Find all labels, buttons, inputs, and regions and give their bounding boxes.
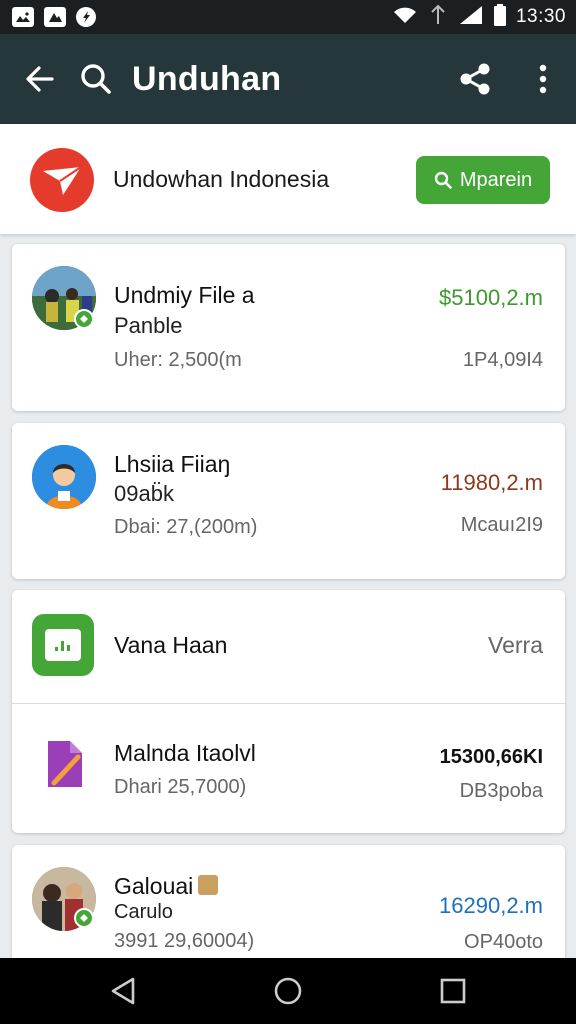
item-meta-right: Verra (488, 632, 543, 658)
list-item[interactable]: Vana Haan Verra (12, 590, 565, 703)
header-action-button[interactable]: Mparein (416, 156, 550, 204)
status-badge (74, 309, 94, 329)
nav-home-button[interactable] (248, 958, 328, 1024)
paper-plane-icon (43, 166, 82, 195)
status-badge (74, 908, 94, 928)
item-meta-right: Mcauı2I9 (460, 514, 543, 536)
item-subtitle: Panble (114, 313, 183, 338)
status-time: 13:30 (515, 6, 566, 27)
list-card[interactable]: Undmiy File a Panble Uher: 2,500(m $5100… (12, 244, 565, 411)
shazam-notification-icon (76, 7, 96, 27)
status-right-icons: 13:30 (392, 3, 566, 31)
status-left-icons (12, 7, 96, 27)
item-meta-right: 1P4,09I4 (462, 349, 543, 371)
recents-square-icon (441, 978, 466, 1004)
app-icon (32, 614, 94, 676)
signal-icon (458, 5, 484, 30)
item-amount: 15300,66KI (439, 746, 543, 768)
document-icon (42, 739, 86, 791)
search-button[interactable] (80, 34, 130, 124)
app-title: Unduhan (132, 59, 282, 98)
item-meta-right: OP40oto (464, 931, 543, 953)
item-meta: Dbai: 27,(200m) (114, 516, 258, 538)
item-title: Undmiy File a (114, 282, 255, 308)
battery-icon (493, 3, 506, 31)
item-meta-right: DB3poba (459, 780, 543, 802)
item-title: Galouai (114, 873, 194, 899)
list-item[interactable]: Malnda Itaolvl Dhari 25,7000) 15300,66KI… (12, 704, 565, 833)
search-icon (81, 64, 111, 94)
photo-notification-icon (44, 7, 66, 27)
item-amount: $5100,2.m (439, 285, 543, 310)
header-section: Undowhan Indonesia Mparein (0, 124, 576, 234)
item-subtitle: Carulo (114, 901, 173, 923)
item-subtitle: 09ab̈k (114, 481, 174, 506)
emoji-icon (198, 875, 218, 895)
item-title: Vana Haan (114, 632, 228, 658)
item-amount: 16290,2.m (439, 893, 543, 918)
share-icon (460, 63, 490, 95)
back-triangle-icon (111, 977, 134, 1005)
header-action-label: Mparein (459, 168, 533, 191)
nav-back-button[interactable] (83, 958, 163, 1024)
more-vert-icon (539, 64, 547, 94)
more-options-button[interactable] (510, 34, 576, 124)
data-icon (428, 4, 448, 31)
list-card[interactable]: Galouai Carulo 3991 29,60004) 16290,2.m … (12, 845, 565, 970)
app-bar: Unduhan (0, 34, 576, 124)
back-button[interactable] (0, 34, 80, 124)
item-title: Lhsiia Fiiaŋ (114, 451, 231, 477)
item-meta: 3991 29,60004) (114, 930, 255, 952)
status-bar: 13:30 (0, 0, 576, 34)
home-circle-icon (274, 977, 302, 1005)
avatar (32, 445, 96, 509)
navigation-bar (0, 958, 576, 1024)
nav-recents-button[interactable] (413, 958, 493, 1024)
item-amount: 11980,2.m (440, 470, 543, 495)
list-card[interactable]: Lhsiia Fiiaŋ 09ab̈k Dbai: 27,(200m) 1198… (12, 423, 565, 579)
item-meta: Dhari 25,7000) (114, 776, 247, 798)
brand-name: Undowhan Indonesia (113, 166, 330, 192)
image-notification-icon (12, 7, 34, 27)
item-title: Malnda Itaolvl (114, 740, 256, 766)
item-meta: Uher: 2,500(m (114, 349, 242, 371)
back-arrow-icon (26, 66, 54, 92)
share-button[interactable] (440, 34, 510, 124)
search-icon (434, 171, 452, 189)
brand-logo (30, 148, 94, 212)
list-card: Vana Haan Verra Malnda Itaolvl Dhari 25,… (12, 590, 565, 833)
wifi-icon (392, 5, 418, 30)
